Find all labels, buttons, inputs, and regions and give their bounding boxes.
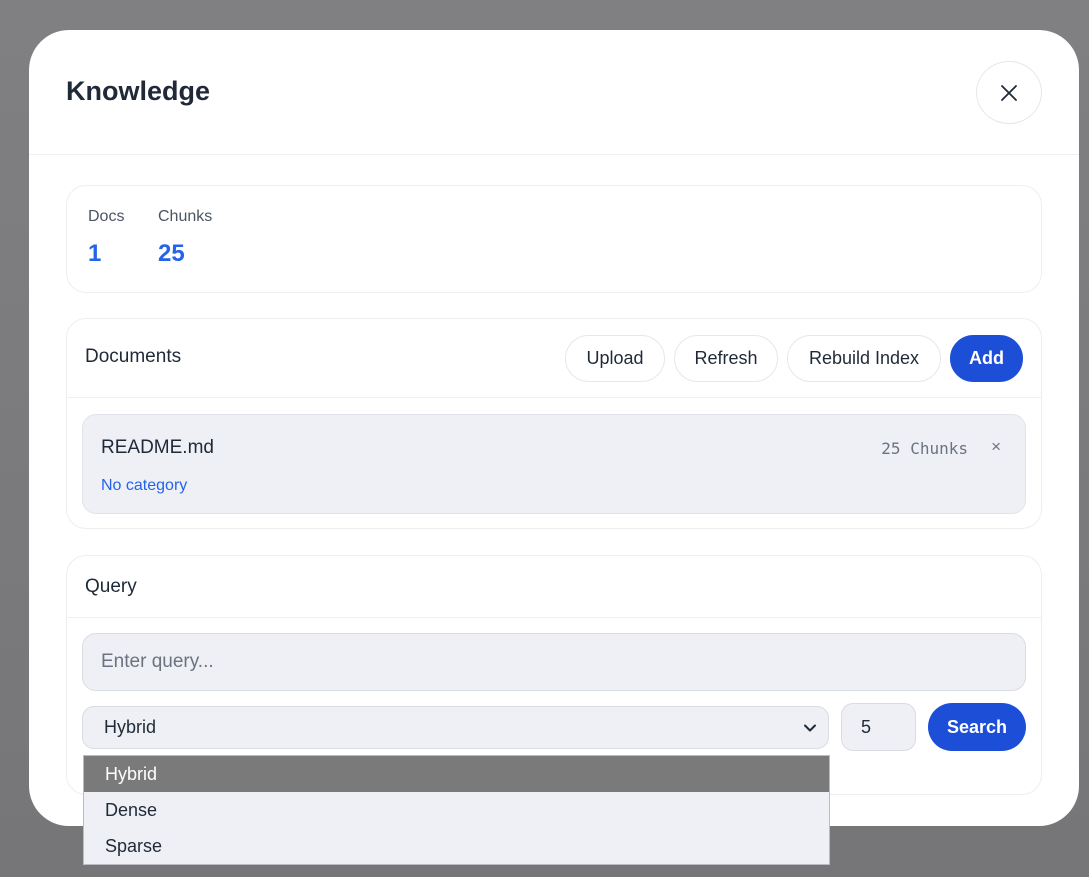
- search-mode-select[interactable]: Hybrid: [82, 706, 829, 749]
- stat-chunks-label: Chunks: [158, 208, 213, 225]
- query-header: Query: [67, 556, 1041, 618]
- dropdown-option-hybrid[interactable]: Hybrid: [84, 756, 829, 792]
- modal-header: Knowledge: [29, 30, 1079, 155]
- refresh-button[interactable]: Refresh: [674, 335, 778, 382]
- stat-chunks-value: 25: [158, 240, 185, 267]
- upload-button[interactable]: Upload: [565, 335, 665, 382]
- dropdown-option-sparse[interactable]: Sparse: [84, 828, 829, 864]
- query-input[interactable]: [82, 633, 1026, 691]
- documents-header: Documents Upload Refresh Rebuild Index A…: [67, 319, 1041, 398]
- rebuild-index-button[interactable]: Rebuild Index: [787, 335, 941, 382]
- stat-docs-value: 1: [88, 240, 102, 267]
- chevron-down-icon: [804, 724, 816, 732]
- dropdown-option-dense[interactable]: Dense: [84, 792, 829, 828]
- add-button[interactable]: Add: [950, 335, 1023, 382]
- documents-title: Documents: [85, 346, 182, 367]
- close-icon: [1001, 84, 1017, 101]
- top-k-input[interactable]: 5: [841, 703, 916, 751]
- stat-chunks: Chunks 25: [158, 208, 212, 268]
- stat-docs-label: Docs: [88, 208, 125, 225]
- search-mode-value: Hybrid: [104, 717, 157, 737]
- stats-card: Docs 1 Chunks 25: [66, 185, 1042, 293]
- search-mode-dropdown: Hybrid Dense Sparse: [83, 755, 830, 865]
- knowledge-modal: Knowledge Docs 1 Chunks 25 Documents Upl…: [29, 30, 1079, 826]
- remove-document-icon[interactable]: ×: [991, 437, 1001, 457]
- modal-title: Knowledge: [66, 76, 211, 106]
- stat-docs: Docs 1: [88, 208, 124, 268]
- close-button[interactable]: [976, 61, 1042, 124]
- documents-card: Documents Upload Refresh Rebuild Index A…: [66, 318, 1042, 529]
- query-title: Query: [85, 576, 137, 597]
- search-button[interactable]: Search: [928, 703, 1026, 751]
- document-item[interactable]: README.md No category 25 Chunks ×: [82, 414, 1026, 514]
- document-name: README.md: [101, 437, 214, 458]
- document-chunk-count: 25 Chunks: [881, 439, 968, 458]
- document-category-link[interactable]: No category: [101, 477, 187, 495]
